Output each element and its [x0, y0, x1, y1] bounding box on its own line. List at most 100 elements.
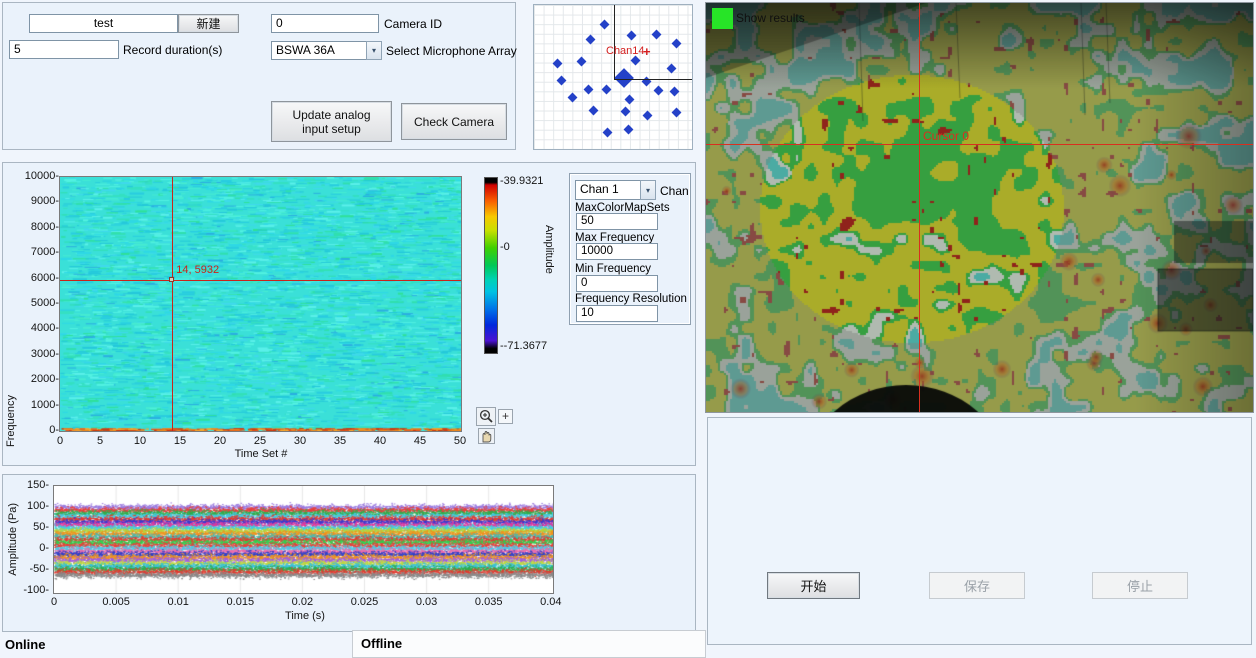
mic-position-dot [672, 39, 682, 49]
waveform-ytick: 0- [7, 542, 49, 554]
chan-field-input[interactable]: 10000 [576, 243, 658, 260]
mic-position-dot [670, 87, 680, 97]
spectrogram-ytick: 1000- [13, 399, 59, 411]
spectrogram-ytick: 5000- [13, 297, 59, 309]
colorbar-mid-label: -0 [500, 241, 510, 253]
frequency-settings-group: Chan 1 ▾ Chan MaxColorMapSets50Max Frequ… [569, 173, 691, 325]
chan-field-input[interactable]: 0 [576, 275, 658, 292]
spectrogram-xtick: 40 [366, 435, 394, 447]
spectrogram-cursor-vline[interactable] [172, 177, 173, 431]
spectrogram-xtick: 25 [246, 435, 274, 447]
waveform-xtick: 0.01 [157, 596, 199, 608]
waveform-ytick: -50- [7, 563, 49, 575]
amplitude-colorbar [484, 177, 498, 354]
stop-button[interactable]: 停止 [1092, 572, 1188, 599]
chan-label: Chan [660, 184, 689, 198]
check-camera-button[interactable]: Check Camera [401, 103, 507, 140]
spectrogram-xtick: 50 [446, 435, 474, 447]
spectrogram-cursor-readout: 14, 5932 [176, 264, 219, 276]
camera-cursor-vline[interactable] [919, 3, 920, 412]
mic-array-dropdown-arrow-icon[interactable]: ▾ [366, 41, 382, 60]
spectrogram-xlabel: Time Set # [225, 448, 297, 460]
waveform-xtick: 0.02 [281, 596, 323, 608]
mic-position-dot [667, 64, 677, 74]
chan-select[interactable]: Chan 1 [575, 180, 641, 200]
chan-dropdown-arrow-icon[interactable]: ▾ [640, 180, 656, 200]
chan-field-input[interactable]: 50 [576, 213, 658, 230]
show-results-label: Show results [736, 11, 805, 25]
mic-position-dot [603, 128, 613, 138]
mic-array-select[interactable]: BSWA 36A [271, 41, 367, 60]
mic-position-dot [557, 76, 567, 86]
spectrogram-xtick: 15 [166, 435, 194, 447]
camera-result-view[interactable]: Show results Cursor 0 [705, 2, 1254, 413]
cursor-tool-icon[interactable]: + [498, 409, 513, 424]
chan-field-label: Min Frequency [575, 263, 651, 275]
action-panel: 开始 保存 停止 [707, 417, 1252, 645]
mic-position-dot [553, 59, 563, 69]
spectrogram-xtick: 35 [326, 435, 354, 447]
mic-position-dot [586, 35, 596, 45]
waveform-canvas[interactable] [54, 486, 553, 593]
spectrogram-cursor-marker[interactable] [169, 277, 174, 282]
camera-cursor-label: Cursor 0 [923, 129, 969, 143]
waveform-xtick: 0.035 [468, 596, 510, 608]
colorbar-max-label: -39.9321 [500, 175, 543, 187]
waveform-ytick: 50- [7, 521, 49, 533]
mic-position-dot [568, 93, 578, 103]
waveform-xtick: 0.015 [219, 596, 261, 608]
test-name-input[interactable]: test [29, 14, 178, 33]
record-duration-input[interactable]: 5 [9, 40, 119, 59]
record-duration-label: Record duration(s) [123, 43, 222, 57]
mic-position-dot [631, 56, 641, 66]
mic-selected-dot [614, 68, 634, 88]
mic-position-dot [621, 107, 631, 117]
chan-field-label: Frequency Resolution [575, 293, 687, 305]
waveform-panel: Amplitude (Pa) 150-100-50-0--50--100- 00… [2, 474, 696, 632]
mic-position-dot [654, 86, 664, 96]
mic-position-dot [624, 125, 634, 135]
mic-position-dot [672, 108, 682, 118]
mic-position-dot [643, 111, 653, 121]
camera-cursor-hline[interactable] [706, 144, 1253, 145]
mic-position-dot [602, 85, 612, 95]
spectrogram-xtick: 30 [286, 435, 314, 447]
spectrogram-ytick: 2000- [13, 373, 59, 385]
spectrogram-xtick: 5 [86, 435, 114, 447]
waveform-xtick: 0.04 [530, 596, 572, 608]
spectrogram-cursor-hline[interactable] [60, 280, 461, 281]
new-button[interactable]: 新建 [178, 14, 239, 33]
show-results-checkbox[interactable] [712, 8, 733, 29]
update-analog-input-button[interactable]: Update analog input setup [271, 101, 392, 142]
save-button[interactable]: 保存 [929, 572, 1025, 599]
mic-position-dot [584, 85, 594, 95]
waveform-ytick: 150- [7, 479, 49, 491]
pan-tool-icon[interactable] [478, 428, 495, 444]
mic-position-dot [625, 95, 635, 105]
colorbar-min-label: --71.3677 [500, 340, 547, 352]
waveform-xlabel: Time (s) [265, 610, 345, 622]
array-channel-label: Chan14 [606, 45, 645, 57]
camera-id-label: Camera ID [384, 17, 442, 31]
mic-position-dot [577, 57, 587, 67]
mic-position-dot [589, 106, 599, 116]
offline-status-box: Offline [352, 630, 706, 658]
chan-field-input[interactable]: 10 [576, 305, 658, 322]
acoustic-image-canvas[interactable] [706, 3, 1253, 412]
mic-position-dot [600, 20, 610, 30]
mic-array-plot[interactable]: + Chan14 [533, 4, 693, 150]
waveform-ytick: -100- [7, 584, 49, 596]
array-cursor-vline[interactable] [614, 5, 615, 79]
spectrogram-xtick: 0 [46, 435, 74, 447]
spectrogram-canvas[interactable] [60, 177, 461, 431]
camera-id-input[interactable]: 0 [271, 14, 379, 33]
array-cursor-hline[interactable] [614, 79, 692, 80]
spectrogram-xtick: 10 [126, 435, 154, 447]
zoom-tool-icon[interactable] [476, 407, 496, 426]
spectrogram-ytick: 9000- [13, 195, 59, 207]
start-button[interactable]: 开始 [767, 572, 860, 599]
waveform-xtick: 0.005 [95, 596, 137, 608]
setup-panel: test 新建 5 Record duration(s) 0 Camera ID… [2, 2, 516, 150]
mic-position-dot [652, 30, 662, 40]
spectrogram-ytick: 7000- [13, 246, 59, 258]
